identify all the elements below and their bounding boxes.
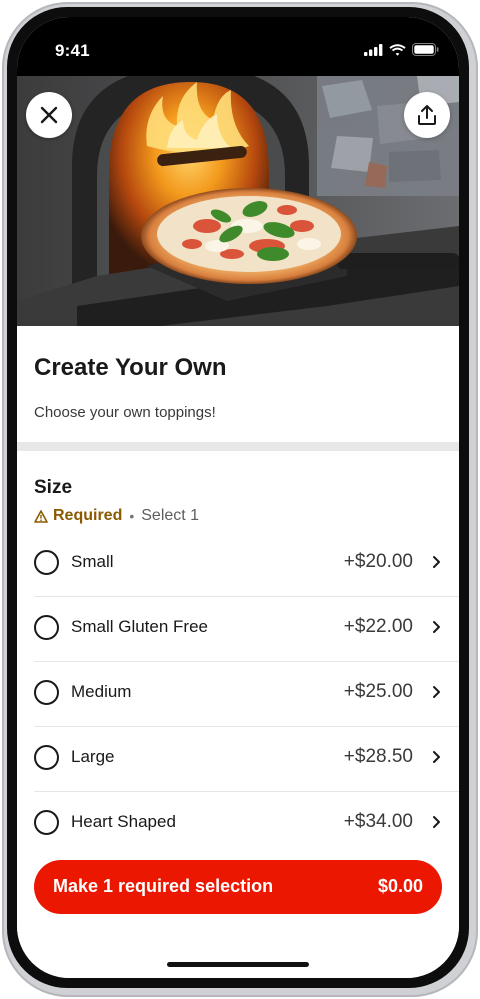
separator-dot: • [129,508,135,524]
item-title: Create Your Own [34,354,227,381]
select-hint: Select 1 [141,507,200,524]
cellular-signal-icon [364,43,383,56]
required-indicator: Required • Select 1 [34,507,199,525]
battery-icon [412,43,439,56]
cta-label: Make 1 required selection [53,876,274,896]
option-label: Medium [71,682,132,701]
radio-button[interactable] [34,615,59,640]
share-button[interactable] [404,92,450,138]
bottom-action-bar: Make 1 required selection $0.00 [17,839,459,978]
radio-button[interactable] [34,680,59,705]
size-section-heading: Size [34,477,73,498]
chevron-right-icon [432,620,441,634]
required-label: Required [53,507,123,524]
radio-button[interactable] [34,810,59,835]
cta-price: $0.00 [377,876,423,896]
option-price: +$25.00 [343,681,413,702]
share-icon [418,105,436,125]
radio-button[interactable] [34,745,59,770]
status-bar: 9:41 [17,17,459,76]
option-price: +$22.00 [343,616,413,637]
section-divider [17,442,459,451]
option-price: +$28.50 [343,746,413,767]
chevron-right-icon [432,815,441,829]
size-option-medium[interactable]: Medium +$25.00 [34,662,459,727]
option-price: +$34.00 [343,811,413,832]
phone-body: 9:41 Create Your Own Choose your own top… [7,7,469,988]
option-label: Heart Shaped [71,812,176,831]
close-button[interactable] [26,92,72,138]
size-options-list: Small +$20.00 Small Gluten Free +$22.00 … [17,532,459,857]
home-indicator[interactable] [167,962,309,967]
chevron-right-icon [432,685,441,699]
item-header: Create Your Own Choose your own toppings… [17,326,459,442]
status-icons [364,43,439,56]
size-option-large[interactable]: Large +$28.50 [34,727,459,792]
option-price: +$20.00 [343,551,413,572]
warning-icon [34,509,48,523]
chevron-right-icon [432,555,441,569]
add-to-cart-button[interactable]: Make 1 required selection $0.00 [34,860,442,914]
chevron-right-icon [432,750,441,764]
pizza-oven-illustration [17,76,459,326]
radio-button[interactable] [34,550,59,575]
size-option-small[interactable]: Small +$20.00 [34,532,459,597]
wifi-icon [389,43,406,56]
hero-image [17,76,459,326]
option-label: Small [71,552,114,571]
item-description: Choose your own toppings! [34,404,216,421]
app-screen: 9:41 Create Your Own Choose your own top… [17,17,459,978]
size-option-small-gluten-free[interactable]: Small Gluten Free +$22.00 [34,597,459,662]
close-icon [40,106,58,124]
status-time: 9:41 [55,41,90,60]
option-label: Large [71,747,115,766]
option-label: Small Gluten Free [71,617,208,636]
